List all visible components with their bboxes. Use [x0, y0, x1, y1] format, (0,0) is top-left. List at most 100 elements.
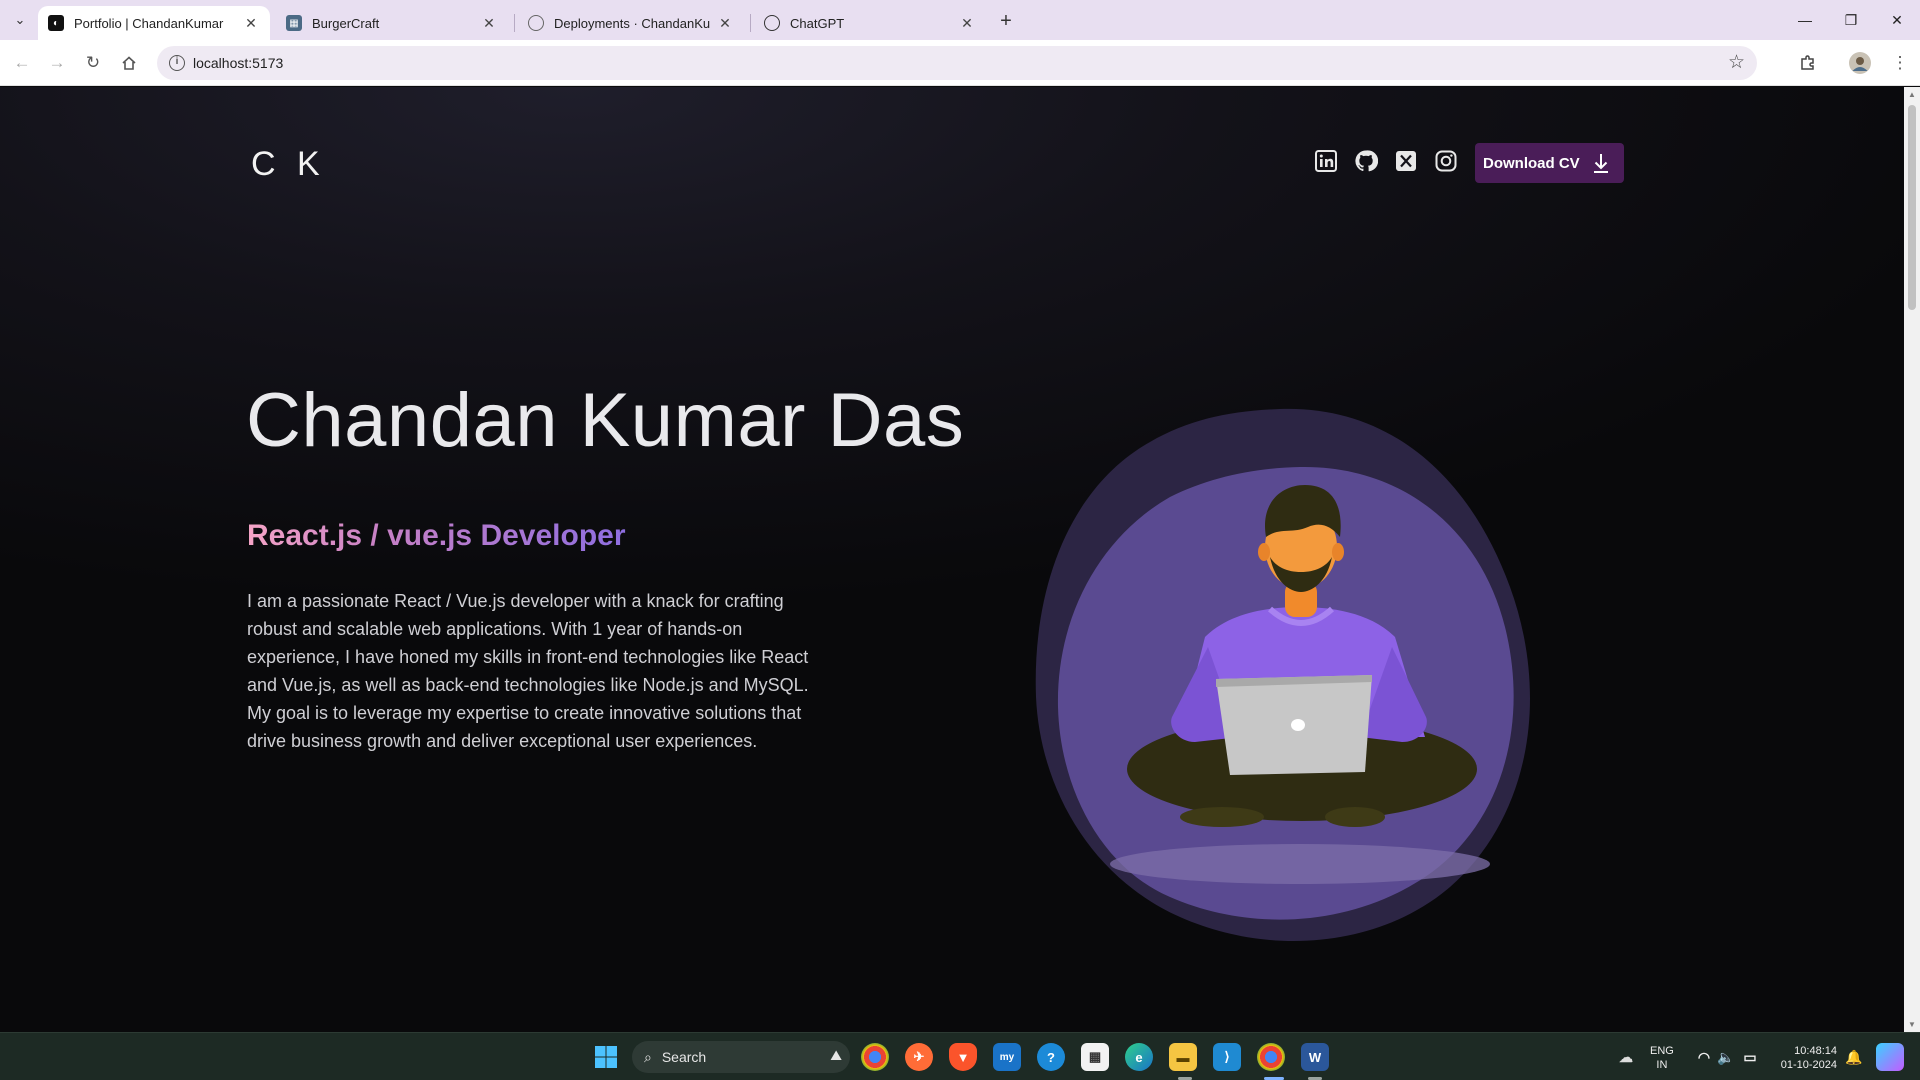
tab-separator: [750, 14, 751, 32]
browser-tab-strip: ⌄ ◐ Portfolio | ChandanKumar ✕ ▦ BurgerC…: [0, 0, 1920, 40]
right-ear: [1332, 543, 1344, 561]
close-icon: ✕: [1891, 11, 1903, 28]
word-icon[interactable]: W: [1301, 1043, 1329, 1071]
left-ear: [1258, 543, 1270, 561]
taskbar-search[interactable]: ⌕ Search ⛰: [632, 1041, 850, 1073]
chatgpt-favicon-icon: [764, 15, 780, 31]
minimize-icon: —: [1798, 12, 1812, 28]
hero-name: Chandan Kumar Das: [246, 378, 965, 463]
burgercraft-favicon-icon: ▦: [286, 15, 302, 31]
chevron-down-icon: ⌄: [14, 12, 26, 27]
chrome-icon[interactable]: [861, 1043, 889, 1071]
restore-button[interactable]: ❐: [1828, 0, 1874, 40]
edge-icon[interactable]: e: [1125, 1043, 1153, 1071]
scrollbar-thumb[interactable]: [1908, 105, 1916, 310]
new-tab-button[interactable]: +: [993, 8, 1019, 34]
brave-icon[interactable]: ▼: [949, 1043, 977, 1071]
chrome-active-icon[interactable]: [1257, 1043, 1285, 1071]
windows-taskbar: ⌕ Search ⛰ ✈ ▼ my ? ▦ e ▬ ⟩ W ☁ ENG IN ◠…: [0, 1032, 1920, 1080]
download-icon: [1594, 154, 1608, 173]
start-button[interactable]: [592, 1043, 620, 1071]
language-code: ENG: [1650, 1045, 1674, 1057]
windows-logo-icon: [595, 1046, 617, 1068]
scroll-down-icon[interactable]: ▼: [1908, 1020, 1916, 1029]
linkedin-link[interactable]: [1314, 149, 1338, 173]
tab-separator: [514, 14, 515, 32]
clock-date: 01-10-2024: [1780, 1059, 1837, 1071]
home-button[interactable]: [115, 49, 143, 77]
back-button[interactable]: ←: [8, 49, 36, 77]
address-bar[interactable]: i localhost:5173 ☆: [157, 46, 1757, 80]
more-vertical-icon: ⋮: [1891, 53, 1909, 72]
laptop-logo: [1291, 719, 1305, 731]
hero-role: React.js / vue.js Developer: [247, 519, 626, 552]
profile-button[interactable]: [1846, 49, 1874, 77]
tab-chatgpt[interactable]: ChatGPT ✕: [754, 6, 986, 40]
language-indicator[interactable]: ENG IN: [1650, 1044, 1674, 1072]
site-info-icon[interactable]: i: [169, 55, 185, 71]
left-foot: [1180, 807, 1264, 827]
minimize-button[interactable]: —: [1782, 0, 1828, 40]
puzzle-icon: [1801, 55, 1814, 70]
close-window-button[interactable]: ✕: [1874, 0, 1920, 40]
url-text[interactable]: localhost:5173: [193, 55, 283, 71]
extensions-button[interactable]: [1794, 49, 1822, 77]
postman-icon[interactable]: ✈: [905, 1043, 933, 1071]
close-tab-icon[interactable]: ✕: [716, 14, 734, 32]
vscode-icon[interactable]: ⟩: [1213, 1043, 1241, 1071]
file-explorer-icon[interactable]: ▬: [1169, 1043, 1197, 1071]
avatar: [1849, 52, 1871, 74]
github-link[interactable]: [1354, 149, 1378, 173]
tab-search-button[interactable]: ⌄: [8, 8, 32, 32]
browser-menu-button[interactable]: ⋮: [1886, 49, 1914, 77]
home-icon: [122, 56, 136, 70]
tab-deployments[interactable]: Deployments · ChandanKumar ✕: [518, 6, 744, 40]
hero-bio: I am a passionate React / Vue.js develop…: [247, 591, 809, 751]
browser-toolbar: ← → ↻ i localhost:5173 ☆ ⋮: [0, 40, 1920, 86]
site-logo[interactable]: C K: [251, 145, 326, 184]
close-tab-icon[interactable]: ✕: [958, 14, 976, 32]
tab-title: Portfolio | ChandanKumar: [74, 15, 224, 31]
clock[interactable]: 10:48:14 01-10-2024: [1773, 1044, 1837, 1072]
search-highlight-icon: ⛰: [830, 1047, 842, 1063]
mysql-workbench-icon[interactable]: my: [993, 1043, 1021, 1071]
instagram-link[interactable]: [1434, 149, 1458, 173]
reload-button[interactable]: ↻: [79, 49, 107, 77]
plus-icon: +: [1000, 9, 1012, 32]
search-icon: ⌕: [644, 1048, 652, 1065]
onedrive-icon[interactable]: ☁: [1612, 1043, 1640, 1071]
github-favicon-icon: [528, 15, 544, 31]
page-scrollbar[interactable]: ▲ ▼: [1904, 87, 1920, 1032]
tab-title: Deployments · ChandanKumar: [554, 15, 710, 31]
download-cv-label: Download CV: [1483, 154, 1580, 172]
store-icon[interactable]: ▦: [1081, 1043, 1109, 1071]
x-link[interactable]: [1394, 149, 1418, 173]
forward-button[interactable]: →: [43, 49, 71, 77]
close-tab-icon[interactable]: ✕: [242, 14, 260, 32]
portfolio-favicon-icon: ◐: [48, 15, 64, 31]
arrow-right-icon: →: [48, 53, 66, 72]
instagram-icon: [1435, 150, 1457, 172]
social-links: [1314, 149, 1458, 173]
tab-portfolio[interactable]: ◐ Portfolio | ChandanKumar ✕: [38, 6, 270, 40]
right-foot: [1325, 807, 1385, 827]
support-assistant-icon[interactable]: ?: [1037, 1043, 1065, 1071]
github-icon: [1355, 150, 1378, 172]
close-tab-icon[interactable]: ✕: [480, 14, 498, 32]
tab-title: BurgerCraft: [312, 15, 380, 31]
battery-icon[interactable]: ▭: [1736, 1043, 1764, 1071]
region-code: IN: [1656, 1059, 1668, 1071]
page-viewport: C K Download CV Chandan Kumar Das React.…: [0, 87, 1904, 1032]
tab-burgercraft[interactable]: ▦ BurgerCraft ✕: [276, 6, 508, 40]
scroll-up-icon[interactable]: ▲: [1908, 90, 1916, 99]
copilot-icon[interactable]: [1876, 1043, 1904, 1071]
arrow-left-icon: ←: [13, 53, 31, 72]
reload-icon: ↻: [85, 53, 101, 72]
bookmark-star-icon[interactable]: ☆: [1728, 51, 1745, 74]
developer-illustration: [1035, 408, 1530, 941]
taskbar-search-label: Search: [661, 1049, 707, 1065]
x-icon: [1396, 151, 1416, 171]
notifications-icon[interactable]: 🔔: [1840, 1043, 1868, 1071]
linkedin-icon: [1315, 150, 1337, 172]
download-cv-button[interactable]: Download CV: [1475, 143, 1624, 183]
